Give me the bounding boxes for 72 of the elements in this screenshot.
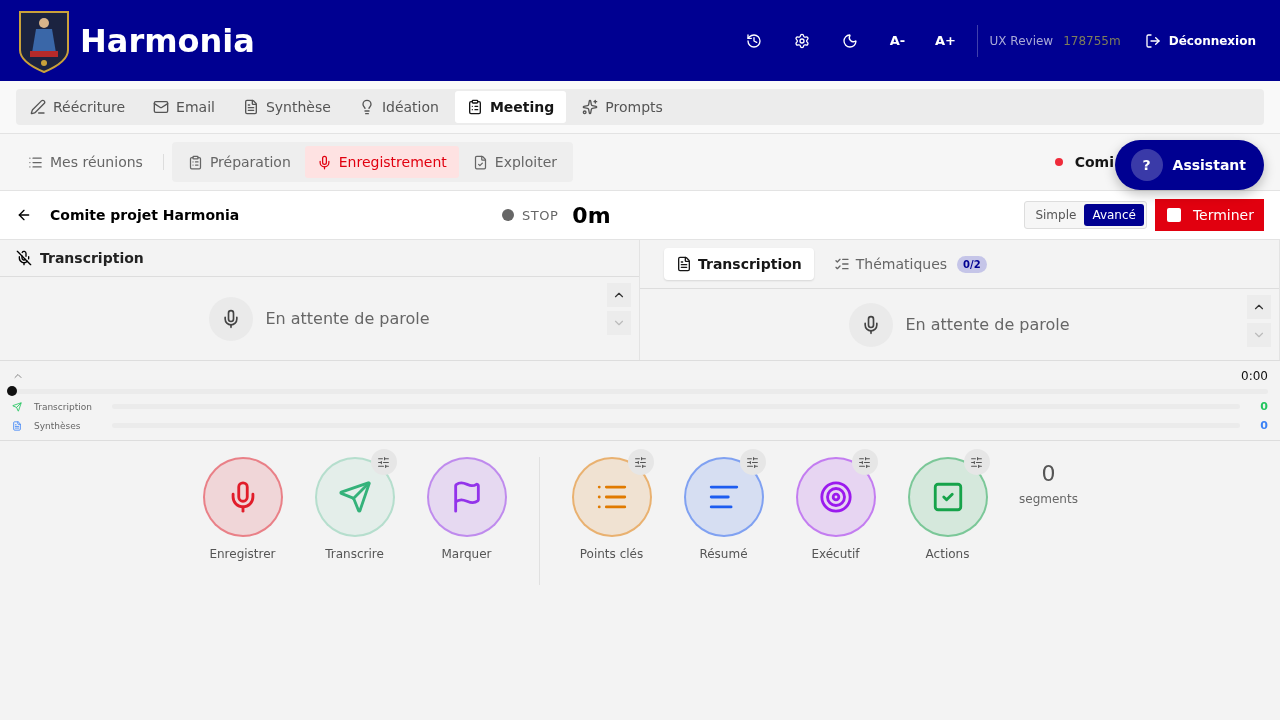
nav-tab[interactable]: Synthèse xyxy=(230,91,343,123)
action-label: Résumé xyxy=(699,547,748,561)
user-name: UX Review xyxy=(989,33,1054,48)
checklist-icon xyxy=(833,256,850,272)
settings-icon xyxy=(793,32,810,49)
font-size-button[interactable]: A- xyxy=(878,24,917,57)
elapsed-time: 0m xyxy=(572,202,612,228)
recording-state: STOP xyxy=(522,207,559,223)
segment-label: segments xyxy=(1019,492,1078,506)
mode-option[interactable]: Simple xyxy=(1027,204,1085,226)
sliders-icon xyxy=(746,455,759,469)
pen-icon xyxy=(30,99,46,115)
logo xyxy=(18,8,70,73)
scroll-up-button[interactable] xyxy=(1247,295,1271,319)
clipboard-icon xyxy=(187,154,203,170)
nav-tab[interactable]: Meeting xyxy=(454,91,567,123)
nav-tab[interactable]: Réécriture xyxy=(18,91,138,123)
action-label: Enregistrer xyxy=(209,547,276,561)
track-count: 0 xyxy=(1259,419,1268,432)
logout-button[interactable]: Déconnexion xyxy=(1138,31,1262,50)
track-label: Transcription xyxy=(34,401,93,412)
sliders-icon xyxy=(377,455,390,469)
track-count: 0 xyxy=(1259,400,1268,413)
back-icon[interactable] xyxy=(16,207,32,223)
action-label: Marquer xyxy=(441,547,492,561)
document-icon xyxy=(676,256,692,272)
meeting-title: Comite projet Harmonia xyxy=(50,207,241,223)
clipboard-icon xyxy=(466,99,483,115)
meeting-status: Comi xyxy=(1074,154,1114,170)
panel-tab[interactable]: Transcription xyxy=(664,248,814,280)
microphone-icon xyxy=(316,154,332,170)
sliders-icon xyxy=(634,455,647,469)
panel-title: Transcription xyxy=(40,250,144,266)
nav-tab[interactable]: Idéation xyxy=(346,91,451,123)
action-label: Exécutif xyxy=(811,547,860,561)
step-tab[interactable]: Exploiter xyxy=(460,146,569,178)
sparkles-icon xyxy=(582,99,599,115)
mail-icon xyxy=(153,99,170,115)
mic-off-icon xyxy=(16,250,32,266)
meetings-link[interactable]: Mes réunions xyxy=(16,146,155,178)
scroll-up-button[interactable] xyxy=(607,283,631,307)
count-badge: 0/2 xyxy=(957,255,987,273)
usage-counter: 178755m xyxy=(1063,33,1121,48)
file-check-icon xyxy=(472,154,488,170)
nav-tab[interactable]: Email xyxy=(141,91,227,123)
track-label: Synthèses xyxy=(34,420,82,431)
list-icon xyxy=(28,154,43,170)
moon-icon xyxy=(841,32,858,49)
step-tab[interactable]: Enregistrement xyxy=(304,146,459,178)
timeline-time: 0:00 xyxy=(1241,369,1268,383)
assistant-button[interactable]: ? Assistant xyxy=(1114,140,1264,190)
mode-option[interactable]: Avancé xyxy=(1084,204,1144,226)
document-icon xyxy=(242,99,259,115)
action-label: Points clés xyxy=(579,547,644,561)
action-label: Actions xyxy=(925,547,970,561)
paper-plane-icon xyxy=(12,401,22,412)
font-size-button[interactable]: A+ xyxy=(926,24,965,57)
segment-count: 0 xyxy=(1041,461,1056,486)
history-icon xyxy=(745,32,762,49)
sliders-icon xyxy=(858,455,871,469)
empty-message: En attente de parole xyxy=(265,309,430,328)
empty-message: En attente de parole xyxy=(905,315,1070,334)
app-title: Harmonia xyxy=(80,21,256,60)
panel-tab[interactable]: Thématiques 0/2 xyxy=(821,248,999,280)
document-icon xyxy=(12,420,22,431)
action-label: Transcrire xyxy=(325,547,384,561)
logout-icon xyxy=(1144,32,1161,49)
timeline-thumb[interactable] xyxy=(7,386,17,396)
nav-tab[interactable]: Prompts xyxy=(570,91,675,123)
step-tab[interactable]: Préparation xyxy=(175,146,303,178)
finish-button[interactable]: Terminer xyxy=(1154,199,1264,231)
sliders-icon xyxy=(970,455,983,469)
